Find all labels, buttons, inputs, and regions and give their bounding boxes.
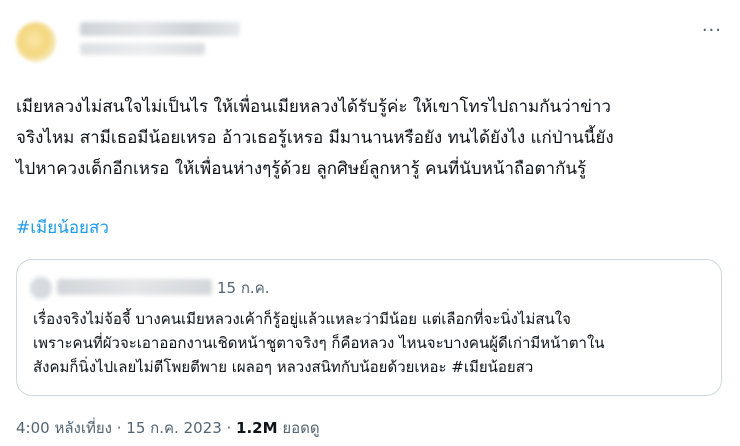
- view-count-label: ยอดดู: [277, 419, 320, 437]
- quoted-line: เรื่องจริงไม่จ้อจี้ บางคนเมียหลวงเค้าก็ร…: [33, 310, 571, 328]
- hashtag-link[interactable]: #เมียน้อยสว: [16, 214, 109, 241]
- quoted-tweet[interactable]: 15 ก.ค. เรื่องจริงไม่จ้อจี้ บางคนเมียหลว…: [16, 259, 722, 396]
- quoted-author-name-blurred: [57, 279, 212, 295]
- more-options-icon[interactable]: ···: [702, 20, 722, 41]
- author-handle-blurred[interactable]: [80, 43, 205, 55]
- tweet-text: เมียหลวงไม่สนใจไม่เป็นไร ให้เพื่อนเมียหล…: [16, 92, 716, 185]
- author-name-blurred[interactable]: [80, 22, 240, 36]
- author-avatar[interactable]: [16, 22, 56, 62]
- view-count: 1.2M: [236, 419, 278, 437]
- quoted-author-avatar: [30, 277, 52, 299]
- tweet-line: จริงไหม สามีเธอมีน้อยเหรอ อ้าวเธอรู้เหรอ…: [16, 128, 614, 148]
- quoted-tweet-date[interactable]: 15 ก.ค.: [217, 276, 270, 300]
- quoted-line: สังคมก็นิ่งไปเลยไม่ตีโพยตีพาย เผลอๆ หลวง…: [33, 358, 534, 376]
- timestamp-link[interactable]: 4:00 หลังเที่ยง · 15 ก.ค. 2023 ·: [16, 419, 236, 437]
- tweet-line: ไปหาควงเด็กอีกเหรอ ให้เพื่อนห่างๆรู้ด้วย…: [16, 159, 587, 179]
- tweet-metadata: 4:00 หลังเที่ยง · 15 ก.ค. 2023 · 1.2M ยอ…: [16, 416, 320, 440]
- tweet-line: เมียหลวงไม่สนใจไม่เป็นไร ให้เพื่อนเมียหล…: [16, 97, 611, 117]
- quoted-line: เพราะคนที่ผัวจะเอาออกงานเชิดหน้าชูตาจริง…: [33, 334, 605, 352]
- quoted-tweet-text: เรื่องจริงไม่จ้อจี้ บางคนเมียหลวงเค้าก็ร…: [33, 307, 713, 379]
